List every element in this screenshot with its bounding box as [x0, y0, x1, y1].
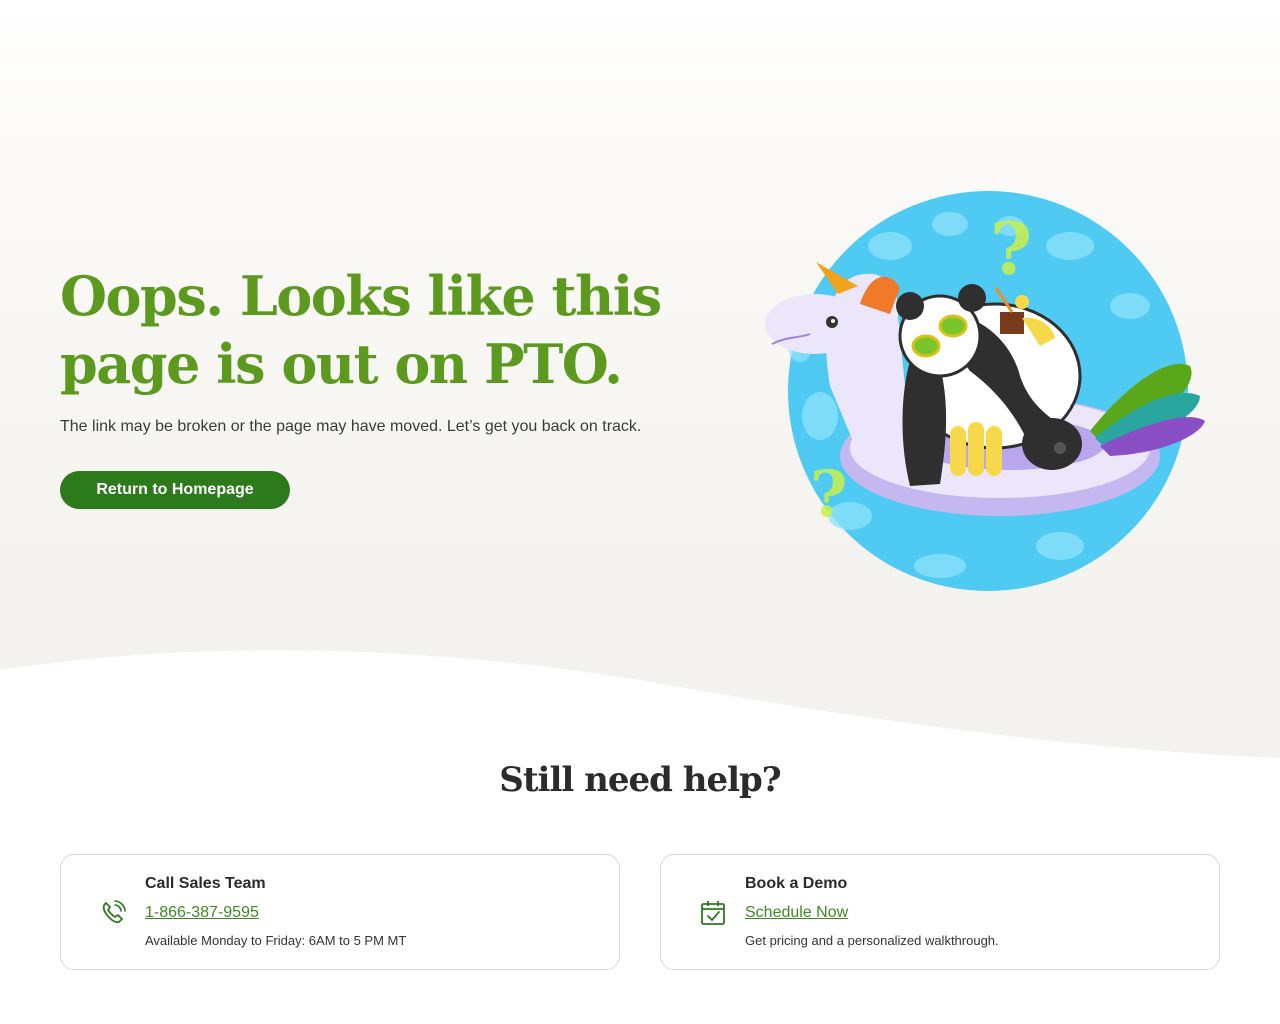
- phone-icon: [102, 900, 126, 924]
- calendar-icon: [701, 901, 725, 925]
- call-sales-hours: Available Monday to Friday: 6AM to 5 PM …: [145, 933, 407, 948]
- book-demo-description: Get pricing and a personalized walkthrou…: [745, 933, 999, 948]
- page-subtitle: The link may be broken or the page may h…: [60, 418, 642, 435]
- return-to-homepage-button[interactable]: Return to Homepage: [60, 471, 290, 509]
- svg-text:?: ?: [810, 457, 848, 532]
- page-title: Oops. Looks like this page is out on PTO…: [60, 264, 662, 396]
- book-demo-card: Book a Demo Schedule Now Get pricing and…: [660, 854, 1220, 970]
- call-sales-title: Call Sales Team: [145, 875, 266, 892]
- help-heading: Still need help?: [499, 760, 781, 800]
- schedule-now-link[interactable]: Schedule Now: [745, 904, 848, 922]
- panda-pool-illustration: ? ?: [765, 191, 1205, 591]
- phone-number-link[interactable]: 1-866-387-9595: [145, 904, 259, 922]
- book-demo-title: Book a Demo: [745, 875, 848, 892]
- svg-text:?: ?: [990, 206, 1032, 291]
- call-sales-card: Call Sales Team 1-866-387-9595 Available…: [60, 854, 620, 970]
